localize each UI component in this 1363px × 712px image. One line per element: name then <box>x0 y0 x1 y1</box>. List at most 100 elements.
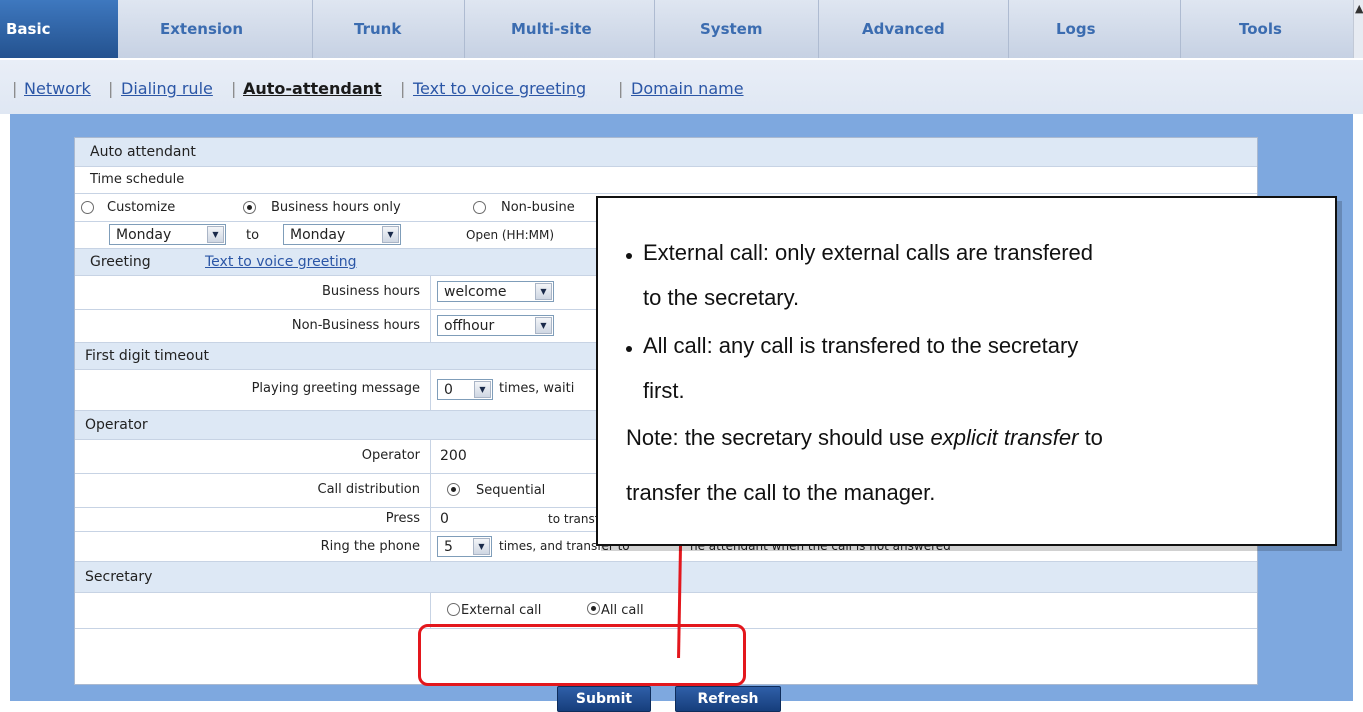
to-label: to <box>246 228 260 243</box>
ring-phone-label: Ring the phone <box>320 539 420 554</box>
business-hours-only-label: Business hours only <box>271 200 401 215</box>
divider <box>430 532 431 561</box>
annotation-callout: External call: only external calls are t… <box>596 196 1337 546</box>
tab-divider <box>654 0 655 58</box>
divider <box>430 370 431 410</box>
press-label: Press <box>385 511 420 526</box>
operator-label: Operator <box>361 448 420 463</box>
submit-button[interactable]: Submit <box>557 686 651 712</box>
call-distribution-label: Call distribution <box>317 482 420 497</box>
subtab-network[interactable]: Network <box>24 79 91 98</box>
subtab-domain-name[interactable]: Domain name <box>631 79 744 98</box>
tab-divider <box>1008 0 1009 58</box>
scrollbar[interactable]: ▲ <box>1353 0 1363 58</box>
dropdown-arrow-icon[interactable]: ▼ <box>473 538 490 555</box>
customize-label: Customize <box>107 200 176 215</box>
tab-divider <box>1180 0 1181 58</box>
sequential-label: Sequential <box>476 483 546 498</box>
note-suffix: to <box>1078 425 1103 450</box>
to-day-value: Monday <box>290 227 346 243</box>
external-call-radio[interactable] <box>447 603 460 616</box>
ring-phone-select[interactable]: 5 ▼ <box>437 536 492 557</box>
tab-tools[interactable]: Tools <box>1239 0 1282 58</box>
operator-value: 200 <box>440 448 467 464</box>
non-business-hours-select[interactable]: offhour ▼ <box>437 315 554 336</box>
dropdown-arrow-icon[interactable]: ▼ <box>382 226 399 243</box>
separator: | <box>231 79 237 98</box>
dropdown-arrow-icon[interactable]: ▼ <box>535 283 552 300</box>
customize-radio[interactable] <box>81 201 94 214</box>
secretary-heading-row: Secretary <box>75 562 1257 593</box>
dropdown-arrow-icon[interactable]: ▼ <box>207 226 224 243</box>
open-time-label: Open (HH:MM) <box>466 228 555 242</box>
sequential-radio[interactable] <box>447 483 460 496</box>
operator-input[interactable]: 200 <box>433 445 598 466</box>
tab-multi-site[interactable]: Multi-site <box>511 0 592 58</box>
separator: | <box>12 79 18 98</box>
sub-navigation: | Network | Dialing rule | Auto-attendan… <box>0 60 1363 114</box>
external-call-label: External call <box>461 603 542 618</box>
playing-greeting-suffix: times, waiti <box>499 381 575 396</box>
press-input[interactable]: 0 <box>433 508 533 530</box>
from-day-select[interactable]: Monday ▼ <box>109 224 226 245</box>
tab-divider <box>312 0 313 58</box>
callout-note-line2: transfer the call to the manager. <box>626 480 936 505</box>
tab-trunk[interactable]: Trunk <box>354 0 401 58</box>
tab-divider <box>818 0 819 58</box>
callout-bullet1-line2: to the secretary. <box>643 285 800 310</box>
subtab-dialing-rule[interactable]: Dialing rule <box>121 79 213 98</box>
non-business-radio[interactable] <box>473 201 486 214</box>
divider <box>430 440 431 473</box>
greeting-heading: Greeting <box>90 254 151 270</box>
playing-greeting-label: Playing greeting message <box>251 381 420 396</box>
bullet-icon <box>626 346 632 352</box>
callout-bullet2-line2: first. <box>643 378 685 403</box>
separator: | <box>400 79 406 98</box>
non-business-hours-value: offhour <box>444 318 495 334</box>
dropdown-arrow-icon[interactable]: ▼ <box>474 381 491 398</box>
panel-title: Auto attendant <box>90 144 196 160</box>
non-business-hours-label: Non-Business hours <box>291 318 420 333</box>
tab-extension[interactable]: Extension <box>160 0 243 58</box>
subtab-text-to-voice-greeting[interactable]: Text to voice greeting <box>413 79 586 98</box>
all-call-label: All call <box>601 603 644 618</box>
time-schedule-row: Time schedule <box>75 167 1257 194</box>
from-day-value: Monday <box>116 227 172 243</box>
note-emphasis: explicit transfer <box>930 425 1079 450</box>
callout-bullet1-line1: External call: only external calls are t… <box>643 240 1093 265</box>
callout-bullet2-line1: All call: any call is transfered to the … <box>643 333 1079 358</box>
subtab-auto-attendant[interactable]: Auto-attendant <box>243 79 382 98</box>
ring-phone-value: 5 <box>444 539 453 555</box>
business-hours-value: welcome <box>444 284 507 300</box>
separator: | <box>108 79 114 98</box>
all-call-radio[interactable] <box>587 602 600 615</box>
note-prefix: Note: the secretary should use <box>626 425 931 450</box>
playing-greeting-select[interactable]: 0 ▼ <box>437 379 493 400</box>
tab-logs[interactable]: Logs <box>1056 0 1096 58</box>
tab-advanced[interactable]: Advanced <box>862 0 945 58</box>
tab-divider <box>464 0 465 58</box>
playing-greeting-value: 0 <box>444 382 453 398</box>
tab-basic[interactable]: Basic <box>0 0 118 58</box>
time-schedule-heading: Time schedule <box>90 172 185 187</box>
top-navigation: Basic Extension Trunk Multi-site System … <box>0 0 1363 58</box>
divider <box>430 310 431 342</box>
separator: | <box>618 79 624 98</box>
divider <box>430 508 431 531</box>
business-hours-select[interactable]: welcome ▼ <box>437 281 554 302</box>
operator-heading: Operator <box>85 417 148 433</box>
press-value: 0 <box>440 511 449 527</box>
non-business-label: Non-busine <box>501 200 575 215</box>
dropdown-arrow-icon[interactable]: ▼ <box>535 317 552 334</box>
scroll-up-arrow-icon[interactable]: ▲ <box>1355 2 1363 15</box>
callout-note-line1: Note: the secretary should use explicit … <box>626 425 1103 451</box>
business-hours-label: Business hours <box>321 284 420 299</box>
divider <box>430 276 431 309</box>
to-day-select[interactable]: Monday ▼ <box>283 224 401 245</box>
text-to-voice-greeting-link[interactable]: Text to voice greeting <box>205 254 356 270</box>
business-hours-only-radio[interactable] <box>243 201 256 214</box>
refresh-button[interactable]: Refresh <box>675 686 781 712</box>
secretary-heading: Secretary <box>85 569 153 585</box>
tab-system[interactable]: System <box>700 0 762 58</box>
first-digit-timeout-heading: First digit timeout <box>85 348 209 364</box>
